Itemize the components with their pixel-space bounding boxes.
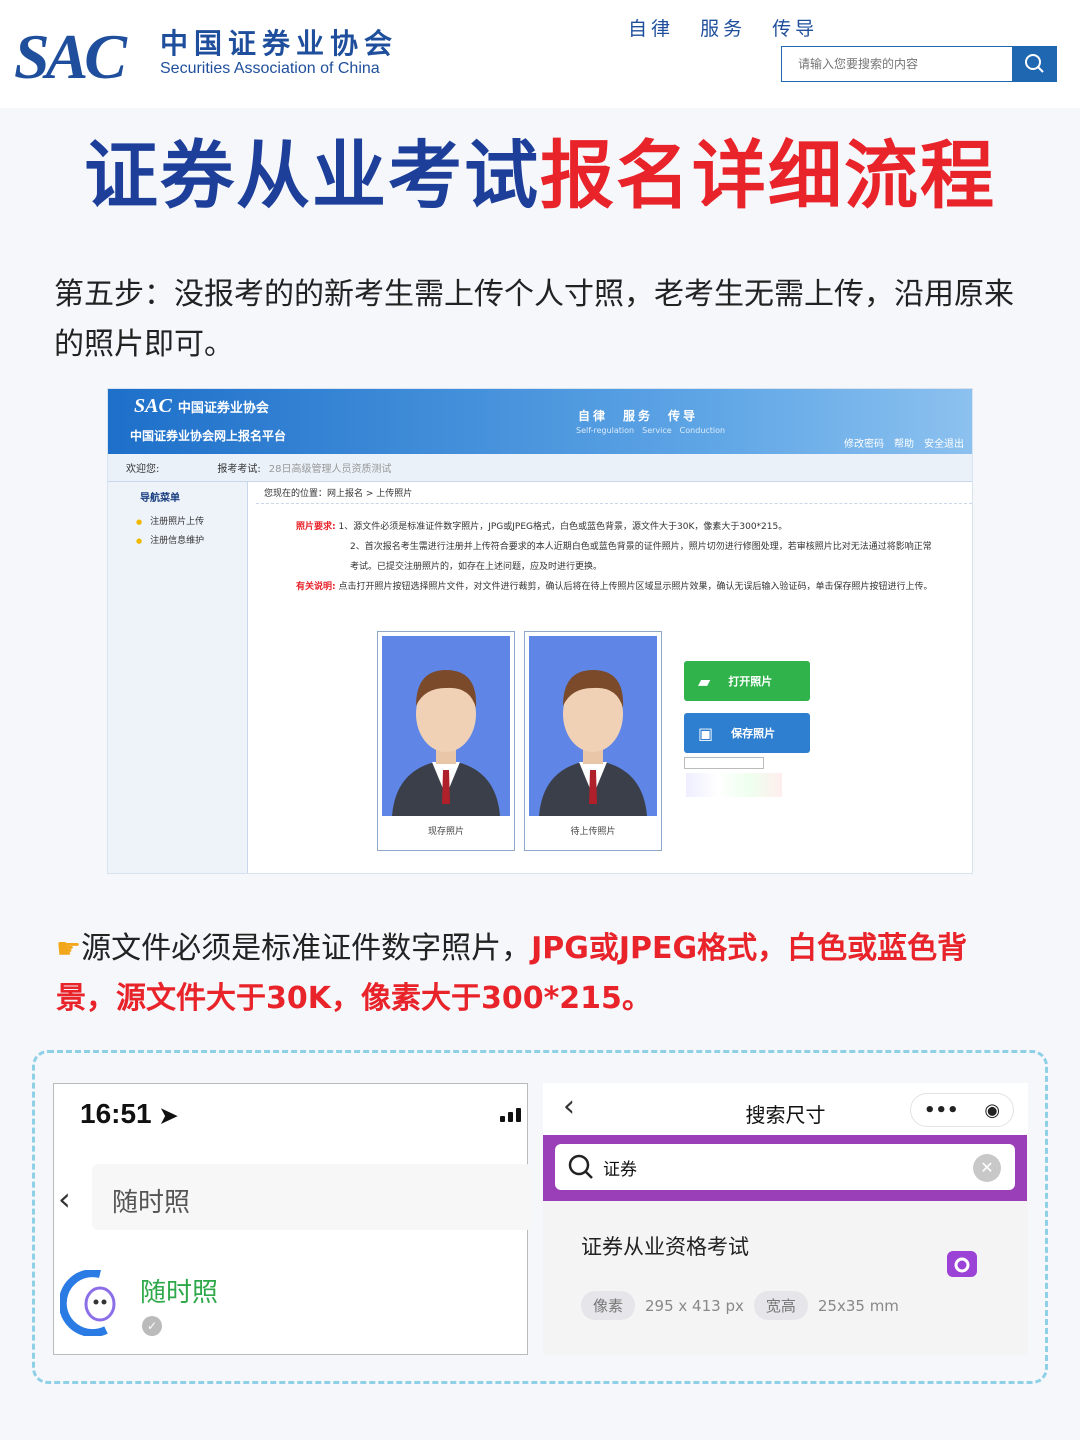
open-photo-button[interactable]: ▰ 打开照片	[684, 661, 810, 701]
more-dots-icon[interactable]: •••	[924, 1100, 959, 1121]
req-2: 2、首次报名考生需进行注册并上传符合要求的本人近期白色或蓝色背景的证件照片，照片…	[350, 542, 932, 572]
format-notice: ☛源文件必须是标准证件数字照片，JPG或JPEG格式，白色或蓝色背景，源文件大于…	[56, 924, 1016, 1024]
slogan: 自律 服务 传导	[628, 14, 834, 41]
platform-logo-mark: SAC	[134, 395, 172, 417]
platform-slogan: 自律 服务 传导	[578, 409, 699, 423]
save-icon: ▣	[698, 723, 714, 743]
req-1: 1、源文件必须是标准证件数字照片，JPG或JPEG格式，白色或蓝色背景，源文件大…	[338, 522, 788, 532]
save-photo-label: 保存照片	[731, 727, 776, 740]
sac-logo[interactable]: SAC	[14, 20, 127, 94]
verified-icon: ✓	[142, 1316, 162, 1336]
pointing-hand-icon: ☛	[56, 932, 82, 965]
mini-program-avatar-icon[interactable]	[58, 1269, 122, 1338]
wechat-search-screen: 16:51 ➤ ‹ 随时照 随时照 ✓	[53, 1083, 532, 1355]
location-arrow-icon: ➤	[159, 1103, 178, 1128]
capsule-menu: ••• ◉	[910, 1093, 1014, 1127]
id-photo	[529, 636, 657, 816]
mini-program-name[interactable]: 随时照	[140, 1272, 218, 1309]
signal-icon	[500, 1108, 521, 1122]
platform-info-bar: 欢迎您: 报考考试: 28日高级管理人员资质测试	[108, 454, 972, 482]
clear-icon[interactable]: ✕	[973, 1154, 1001, 1182]
req-label: 照片要求:	[296, 522, 336, 532]
platform-logo: SAC 中国证券业协会	[134, 395, 269, 418]
pending-photo-frame: 待上传照片	[524, 631, 662, 851]
pixel-tag: 像素	[581, 1291, 636, 1320]
size-search-bar: 证券 ✕	[543, 1135, 1027, 1201]
pixel-value: 295 x 413 px	[645, 1296, 744, 1315]
slogan-item: 服务	[700, 18, 747, 40]
result-title: 证券从业资格考试	[581, 1235, 749, 1259]
exam-label: 报考考试:	[217, 464, 261, 475]
platform-logo-cn: 中国证券业协会	[177, 401, 269, 416]
camera-icon[interactable]	[947, 1251, 977, 1277]
wechat-search-input[interactable]: 随时照	[92, 1164, 532, 1230]
platform-banner: SAC 中国证券业协会 中国证券业协会网上报名平台 自律 服务 传导 Self-r…	[108, 389, 972, 454]
site-header: SAC 中国证券业协会 Securities Association of Ch…	[0, 0, 1080, 108]
size-tag: 宽高	[753, 1291, 808, 1320]
result-specs: 像素 295 x 413 px 宽高 25x35 mm	[581, 1291, 899, 1320]
breadcrumb: 您现在的位置：网上报名 > 上传照片	[256, 486, 972, 504]
platform-top-links[interactable]: 修改密码 帮助 安全退出	[844, 435, 964, 450]
platform-slogan-en: Self-regulation Service Conduction	[576, 426, 726, 435]
nav-menu-title: 导航菜单	[140, 493, 180, 504]
platform-sidebar: 导航菜单 注册照片上传 注册信息维护	[108, 482, 248, 873]
exam-value: 28日高级管理人员资质测试	[268, 464, 392, 475]
org-name-en: Securities Association of China	[160, 60, 380, 77]
page-title: 证券从业考试报名详细流程	[0, 116, 1080, 223]
slogan-item: 传导	[772, 18, 819, 40]
captcha-image[interactable]	[686, 773, 782, 797]
title-red: 报名详细流程	[540, 133, 996, 219]
save-photo-button[interactable]: ▣ 保存照片	[684, 713, 810, 753]
search-button[interactable]	[1012, 47, 1056, 81]
title-blue: 证券从业考试	[84, 133, 540, 219]
id-photo	[382, 636, 510, 816]
photo-caption: 现存照片	[427, 827, 464, 837]
current-photo-frame: 现存照片	[377, 631, 515, 851]
note-label: 有关说明:	[296, 582, 336, 592]
photo-requirements: 照片要求: 1、源文件必须是标准证件数字照片，JPG或JPEG格式，白色或蓝色背…	[296, 517, 936, 597]
status-time: 16:51 ➤	[80, 1098, 178, 1130]
photo-caption: 待上传照片	[570, 827, 616, 837]
search-input[interactable]	[782, 47, 1012, 81]
size-search-input[interactable]: 证券 ✕	[555, 1144, 1015, 1190]
site-search	[781, 46, 1057, 82]
captcha-input[interactable]	[684, 757, 764, 769]
note-text: 点击打开照片按钮选择照片文件，对文件进行裁剪，确认后将在待上传照片区域显示照片效…	[338, 582, 933, 592]
welcome-label: 欢迎您:	[126, 464, 160, 475]
slogan-item: 自律	[628, 18, 675, 40]
platform-name: 中国证券业协会网上报名平台	[130, 429, 287, 443]
notice-plain: 源文件必须是标准证件数字照片，	[81, 931, 532, 966]
search-icon	[1025, 54, 1044, 73]
size-value: 25x35 mm	[817, 1296, 899, 1315]
search-icon	[568, 1154, 593, 1179]
size-search-value: 证券	[603, 1159, 637, 1180]
status-time-text: 16:51	[80, 1098, 152, 1129]
sidebar-item-photo-upload[interactable]: 注册照片上传	[108, 508, 247, 527]
back-icon[interactable]: ‹	[58, 1180, 71, 1218]
folder-icon: ▰	[698, 671, 711, 691]
platform-screenshot: SAC 中国证券业协会 中国证券业协会网上报名平台 自律 服务 传导 Self-r…	[107, 388, 973, 874]
size-result-card[interactable]: 证券从业资格考试 像素 295 x 413 px 宽高 25x35 mm	[543, 1211, 1028, 1355]
org-name-cn: 中国证券业协会	[160, 27, 399, 60]
step-text: 第五步：没报考的的新考生需上传个人寸照，老考生无需上传，沿用原来的照片即可。	[54, 277, 1014, 362]
mini-nav-bar: ‹ 搜索尺寸 ••• ◉	[543, 1083, 1028, 1137]
size-search-screen: ‹ 搜索尺寸 ••• ◉ 证券 ✕ 证券从业资格考试 像素 295 x 413 …	[543, 1083, 1028, 1355]
sidebar-item-info[interactable]: 注册信息维护	[108, 527, 247, 546]
close-target-icon[interactable]: ◉	[984, 1100, 1000, 1121]
open-photo-label: 打开照片	[728, 675, 773, 688]
